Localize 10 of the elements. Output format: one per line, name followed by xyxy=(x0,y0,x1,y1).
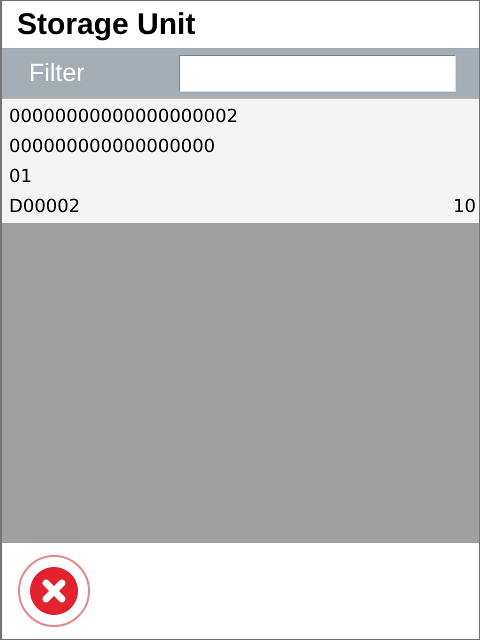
filter-label: Filter xyxy=(29,58,86,88)
item-text: 000000000000000000 xyxy=(9,135,216,159)
window-title: Storage Unit xyxy=(17,8,196,42)
cancel-button[interactable] xyxy=(17,554,91,628)
list-item[interactable]: 00000000000000000002 000000000000000000 01 D00002 10 xyxy=(2,98,479,223)
item-text: 01 xyxy=(9,165,33,189)
filter-field[interactable] xyxy=(179,54,456,92)
item-quantity: 10 xyxy=(453,195,476,219)
item-text: 00000000000000000002 xyxy=(9,105,240,129)
item-text: D00002 xyxy=(9,195,80,219)
